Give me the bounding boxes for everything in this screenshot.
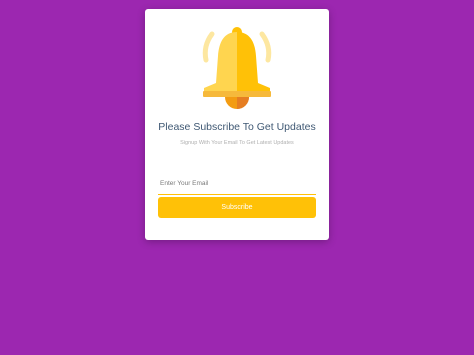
subscribe-card: Please Subscribe To Get Updates Signup W… <box>145 9 329 240</box>
page-background: { "card": { "title": "Please Subscribe T… <box>0 0 474 355</box>
email-field[interactable] <box>158 173 316 195</box>
page-title: Please Subscribe To Get Updates <box>158 121 316 133</box>
subtitle: Signup With Your Email To Get Latest Upd… <box>180 140 294 146</box>
subscribe-button[interactable]: Subscribe <box>158 197 316 218</box>
bell-icon <box>200 26 274 112</box>
